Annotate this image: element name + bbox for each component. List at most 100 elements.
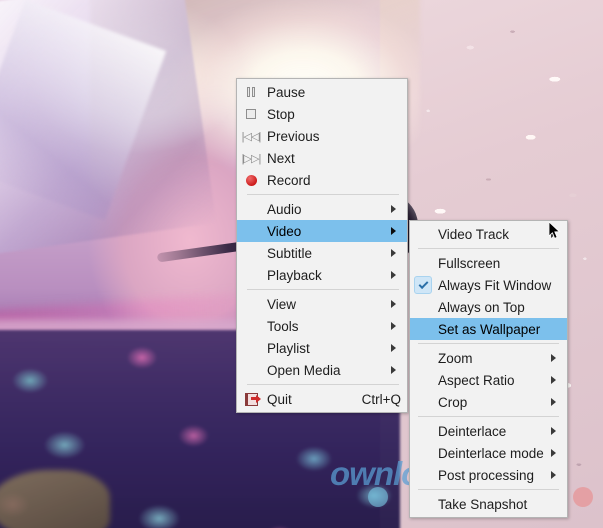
menu-item-label: Playback — [267, 267, 322, 283]
ground-patch — [0, 470, 110, 528]
submenu-item-deinterlace[interactable]: Deinterlace — [410, 420, 567, 442]
submenu-item-always-fit-window[interactable]: Always Fit Window — [410, 274, 567, 296]
screenshot-root: ownload.com.vn Pause Stop |◁◁| Previous … — [0, 0, 603, 528]
submenu-item-deinterlace-mode[interactable]: Deinterlace mode — [410, 442, 567, 464]
menu-separator — [247, 384, 399, 385]
previous-icon: |◁◁| — [241, 130, 262, 143]
checkmark-icon — [410, 274, 436, 296]
chevron-right-icon — [391, 322, 396, 330]
menu-item-label: View — [267, 296, 297, 312]
menu-item-playback[interactable]: Playback — [237, 264, 407, 286]
chevron-right-icon — [391, 227, 396, 235]
chevron-right-icon — [551, 449, 556, 457]
menu-item-video[interactable]: Video — [237, 220, 407, 242]
submenu-item-always-on-top[interactable]: Always on Top — [410, 296, 567, 318]
menu-separator — [418, 343, 559, 344]
chevron-right-icon — [551, 376, 556, 384]
menu-item-label: Deinterlace — [438, 423, 507, 439]
menu-item-audio[interactable]: Audio — [237, 198, 407, 220]
chevron-right-icon — [551, 427, 556, 435]
menu-item-label: Crop — [438, 394, 468, 410]
menu-item-stop[interactable]: Stop — [237, 103, 407, 125]
menu-item-label: Pause — [267, 84, 306, 100]
submenu-item-aspect-ratio[interactable]: Aspect Ratio — [410, 369, 567, 391]
menu-item-label: Open Media — [267, 362, 341, 378]
main-context-menu[interactable]: Pause Stop |◁◁| Previous |▷▷| Next Recor… — [236, 78, 408, 413]
submenu-item-take-snapshot[interactable]: Take Snapshot — [410, 493, 567, 515]
menu-item-label: Take Snapshot — [438, 496, 528, 512]
chevron-right-icon — [391, 366, 396, 374]
next-icon: |▷▷| — [241, 152, 262, 165]
menu-item-label: Subtitle — [267, 245, 313, 261]
video-submenu[interactable]: Video Track Fullscreen Always Fit Window… — [409, 220, 568, 518]
menu-item-label: Always on Top — [438, 299, 525, 315]
pause-icon — [237, 81, 265, 103]
chevron-right-icon — [391, 249, 396, 257]
menu-item-label: Previous — [267, 128, 320, 144]
menu-item-label: Record — [267, 172, 311, 188]
chevron-right-icon — [551, 230, 556, 238]
menu-item-quit[interactable]: Quit Ctrl+Q — [237, 388, 407, 410]
quit-icon — [237, 388, 265, 410]
menu-separator — [418, 416, 559, 417]
menu-item-label: Quit — [267, 391, 292, 407]
menu-item-open-media[interactable]: Open Media — [237, 359, 407, 381]
menu-item-label: Set as Wallpaper — [438, 321, 541, 337]
menu-item-view[interactable]: View — [237, 293, 407, 315]
record-icon — [237, 169, 265, 191]
menu-item-subtitle[interactable]: Subtitle — [237, 242, 407, 264]
submenu-item-video-track[interactable]: Video Track — [410, 223, 567, 245]
chevron-right-icon — [391, 205, 396, 213]
menu-separator — [247, 289, 399, 290]
menu-item-shortcut: Ctrl+Q — [361, 391, 401, 407]
menu-item-label: Always Fit Window — [438, 277, 552, 293]
menu-item-label: Stop — [267, 106, 295, 122]
submenu-item-fullscreen[interactable]: Fullscreen — [410, 252, 567, 274]
menu-separator — [418, 248, 559, 249]
menu-item-label: Video — [267, 223, 302, 239]
submenu-item-zoom[interactable]: Zoom — [410, 347, 567, 369]
menu-item-tools[interactable]: Tools — [237, 315, 407, 337]
menu-item-label: Next — [267, 150, 295, 166]
chevron-right-icon — [551, 471, 556, 479]
menu-item-label: Audio — [267, 201, 302, 217]
menu-item-playlist[interactable]: Playlist — [237, 337, 407, 359]
chevron-right-icon — [551, 398, 556, 406]
menu-item-label: Deinterlace mode — [438, 445, 544, 461]
chevron-right-icon — [391, 344, 396, 352]
chevron-right-icon — [391, 300, 396, 308]
menu-item-label: Playlist — [267, 340, 310, 356]
menu-separator — [418, 489, 559, 490]
menu-separator — [247, 194, 399, 195]
chevron-right-icon — [551, 354, 556, 362]
submenu-item-set-as-wallpaper[interactable]: Set as Wallpaper — [410, 318, 567, 340]
menu-item-label: Tools — [267, 318, 299, 334]
menu-item-pause[interactable]: Pause — [237, 81, 407, 103]
chevron-right-icon — [391, 271, 396, 279]
menu-item-previous[interactable]: |◁◁| Previous — [237, 125, 407, 147]
submenu-item-post-processing[interactable]: Post processing — [410, 464, 567, 486]
menu-item-label: Aspect Ratio — [438, 372, 515, 388]
submenu-item-crop[interactable]: Crop — [410, 391, 567, 413]
menu-item-record[interactable]: Record — [237, 169, 407, 191]
menu-item-next[interactable]: |▷▷| Next — [237, 147, 407, 169]
